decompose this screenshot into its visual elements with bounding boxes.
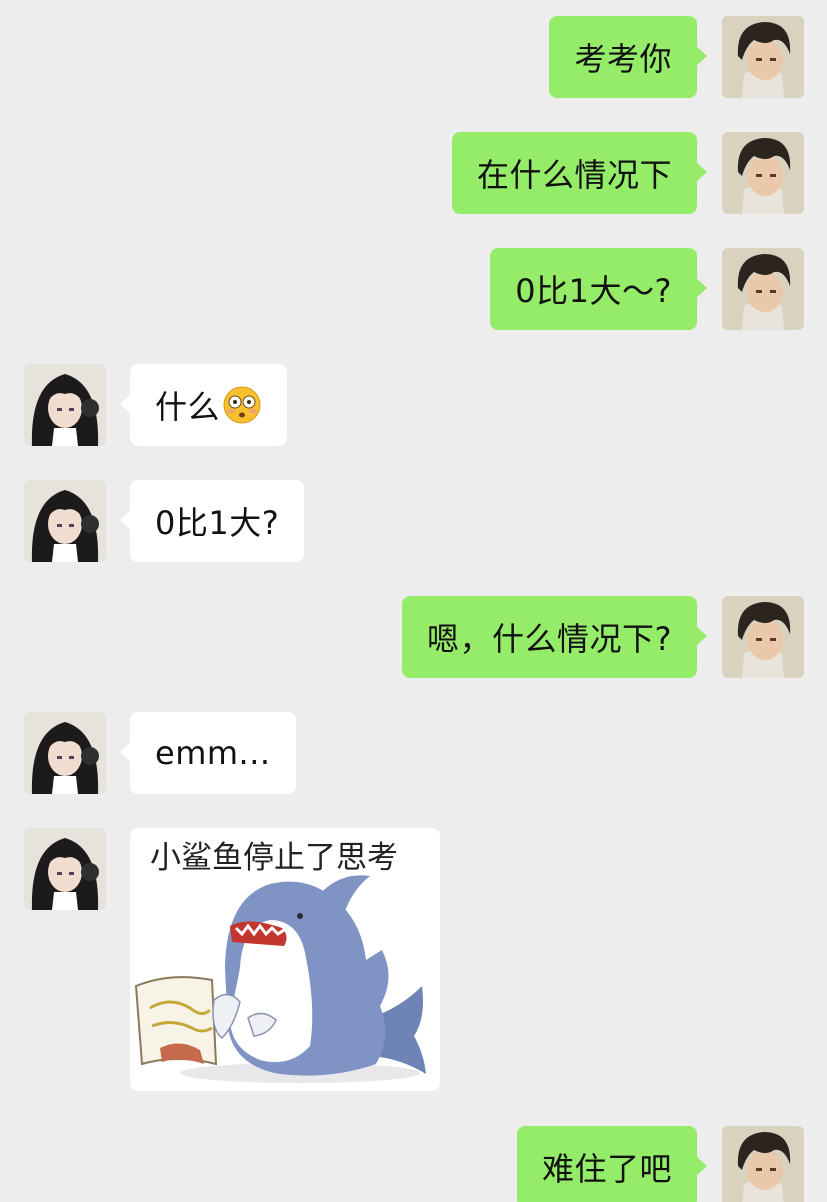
message-bubble-received[interactable]: 0比1大? [119,480,305,562]
message-row-received: 小鲨鱼停止了思考 [0,828,827,1091]
message-bubble-received[interactable]: 什么 [119,364,288,446]
message-row-received: 0比1大? [0,480,827,562]
contact-avatar[interactable] [24,828,106,910]
message-row-received: 什么 [0,364,827,446]
message-row-sent: 在什么情况下 [0,132,827,214]
my-avatar[interactable] [722,16,804,98]
message-row-sent: 0比1大～? [0,248,827,330]
message-row-sent: 嗯，什么情况下? [0,596,827,678]
contact-avatar[interactable] [24,480,106,562]
flushed-face-icon [222,385,262,425]
chat-window: 考考你 在什么情况下 0比1大～? 什么 0比1大? 嗯，什么情况下? emm.… [0,0,827,1202]
my-avatar[interactable] [722,1126,804,1202]
my-avatar[interactable] [722,596,804,678]
my-avatar[interactable] [722,132,804,214]
message-bubble-sent[interactable]: 在什么情况下 [451,132,708,214]
contact-avatar[interactable] [24,712,106,794]
shark-sticker-image [134,875,426,1083]
message-row-sent: 难住了吧 [0,1126,827,1202]
message-bubble-received[interactable]: emm... [120,712,296,794]
message-row-sent: 考考你 [0,16,827,98]
sticker-message[interactable]: 小鲨鱼停止了思考 [130,828,440,1091]
message-bubble-sent[interactable]: 考考你 [549,16,707,98]
message-row-received: emm... [0,712,827,794]
message-bubble-sent[interactable]: 难住了吧 [516,1126,708,1202]
contact-avatar[interactable] [24,364,106,446]
my-avatar[interactable] [722,248,804,330]
message-text: 什么 [155,388,221,426]
message-bubble-sent[interactable]: 0比1大～? [490,248,707,330]
message-bubble-sent[interactable]: 嗯，什么情况下? [402,596,707,678]
